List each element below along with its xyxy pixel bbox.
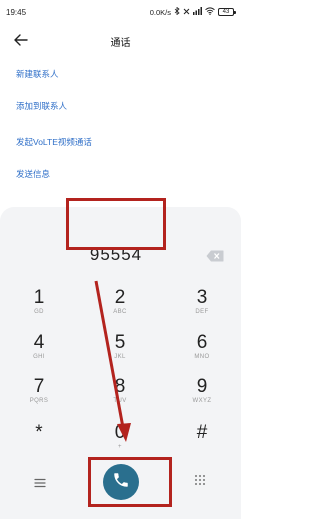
key-digit: 0: [114, 422, 126, 443]
key-digit: #: [196, 422, 208, 443]
key-5[interactable]: 5 JKL: [90, 333, 150, 373]
key-letters: MNO: [194, 354, 210, 360]
key-digit: 7: [33, 376, 45, 397]
status-icons: 0.0K/s 43: [149, 6, 236, 17]
key-8[interactable]: 8 TUV: [90, 377, 150, 417]
key-2[interactable]: 2 ABC: [90, 288, 150, 328]
battery-icon: 43: [218, 8, 236, 16]
key-digit: 4: [33, 332, 45, 353]
number-highlight-box: [66, 198, 166, 250]
key-7[interactable]: 7 PQRS: [9, 377, 69, 417]
key-letters: ABC: [113, 309, 127, 315]
call-highlight-box: [88, 457, 172, 507]
page-title: 通话: [110, 38, 131, 49]
key-4[interactable]: 4 GHI: [9, 333, 69, 373]
key-star[interactable]: *: [9, 423, 69, 463]
volte-video-call-link[interactable]: 发起VoLTE视频通话: [16, 136, 92, 148]
network-speed: 0.0K/s: [149, 7, 171, 17]
wifi-icon: [205, 7, 215, 17]
key-letters: DEF: [195, 309, 209, 315]
key-digit: 1: [33, 287, 45, 308]
key-9[interactable]: 9 WXYZ: [172, 377, 232, 417]
add-to-contact-link[interactable]: 添加到联系人: [16, 100, 67, 112]
key-letters: TUV: [113, 398, 127, 404]
status-bar: 19:45 0.0K/s 43: [0, 0, 241, 26]
keypad-grid-icon[interactable]: [194, 473, 206, 491]
key-hash[interactable]: #: [172, 423, 232, 463]
key-digit: 9: [196, 376, 208, 397]
key-letters: +: [118, 444, 122, 450]
key-digit: 2: [114, 287, 126, 308]
app-header: 通话: [0, 26, 241, 56]
key-letters: JKL: [114, 354, 126, 360]
key-digit: *: [35, 422, 43, 443]
signal-icon: [193, 7, 202, 17]
key-letters: GD: [34, 309, 44, 315]
menu-icon[interactable]: [34, 475, 46, 493]
key-letters: PQRS: [29, 398, 49, 404]
status-time: 19:45: [6, 8, 27, 17]
key-digit: 8: [114, 376, 126, 397]
key-3[interactable]: 3 DEF: [172, 288, 232, 328]
key-digit: 6: [196, 332, 208, 353]
key-6[interactable]: 6 MNO: [172, 333, 232, 373]
key-letters: WXYZ: [192, 398, 212, 404]
key-digit: 5: [114, 332, 126, 353]
signal-x-icon: [183, 8, 190, 17]
key-letters: GHI: [33, 354, 45, 360]
new-contact-link[interactable]: 新建联系人: [16, 68, 59, 80]
key-1[interactable]: 1 GD: [9, 288, 69, 328]
backspace-icon[interactable]: [206, 249, 224, 262]
key-digit: 3: [196, 287, 208, 308]
send-message-link[interactable]: 发送信息: [16, 168, 50, 180]
bluetooth-icon: [174, 6, 180, 17]
